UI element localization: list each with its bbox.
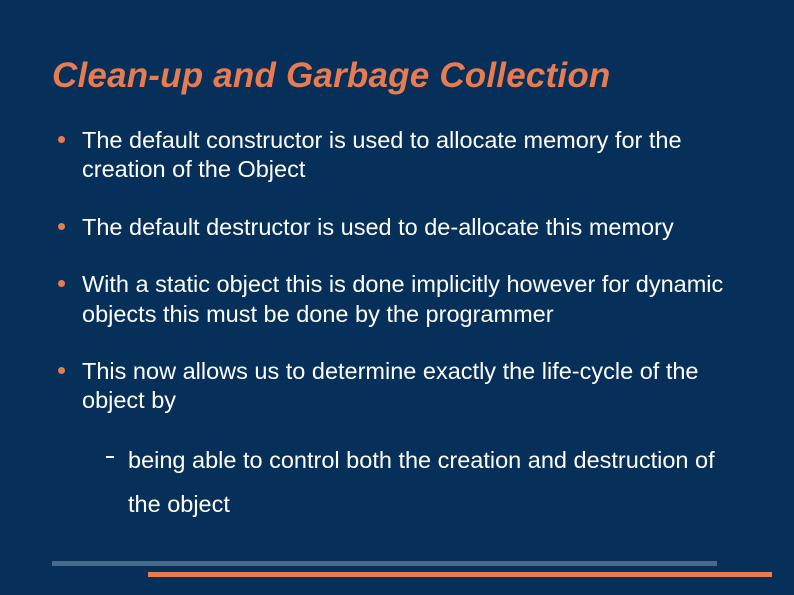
footer-decoration <box>52 561 772 577</box>
list-item: The default constructor is used to alloc… <box>52 126 742 185</box>
sub-bullet-text: being able to control both the creation … <box>128 447 715 518</box>
footer-bar-bottom <box>148 572 772 577</box>
list-item: This now allows us to determine exactly … <box>52 357 742 527</box>
slide-title: Clean-up and Garbage Collection <box>52 56 742 96</box>
bullet-list: The default constructor is used to alloc… <box>52 126 742 527</box>
bullet-text: This now allows us to determine exactly … <box>82 358 699 413</box>
bullet-text: With a static object this is done implic… <box>82 271 723 326</box>
list-item: With a static object this is done implic… <box>52 270 742 329</box>
bullet-text: The default constructor is used to alloc… <box>82 127 682 182</box>
list-item: being able to control both the creation … <box>102 438 742 527</box>
footer-bar-top <box>52 561 717 566</box>
sub-list: being able to control both the creation … <box>102 438 742 527</box>
slide: Clean-up and Garbage Collection The defa… <box>0 0 794 595</box>
bullet-text: The default destructor is used to de-all… <box>82 214 674 240</box>
list-item: The default destructor is used to de-all… <box>52 213 742 242</box>
